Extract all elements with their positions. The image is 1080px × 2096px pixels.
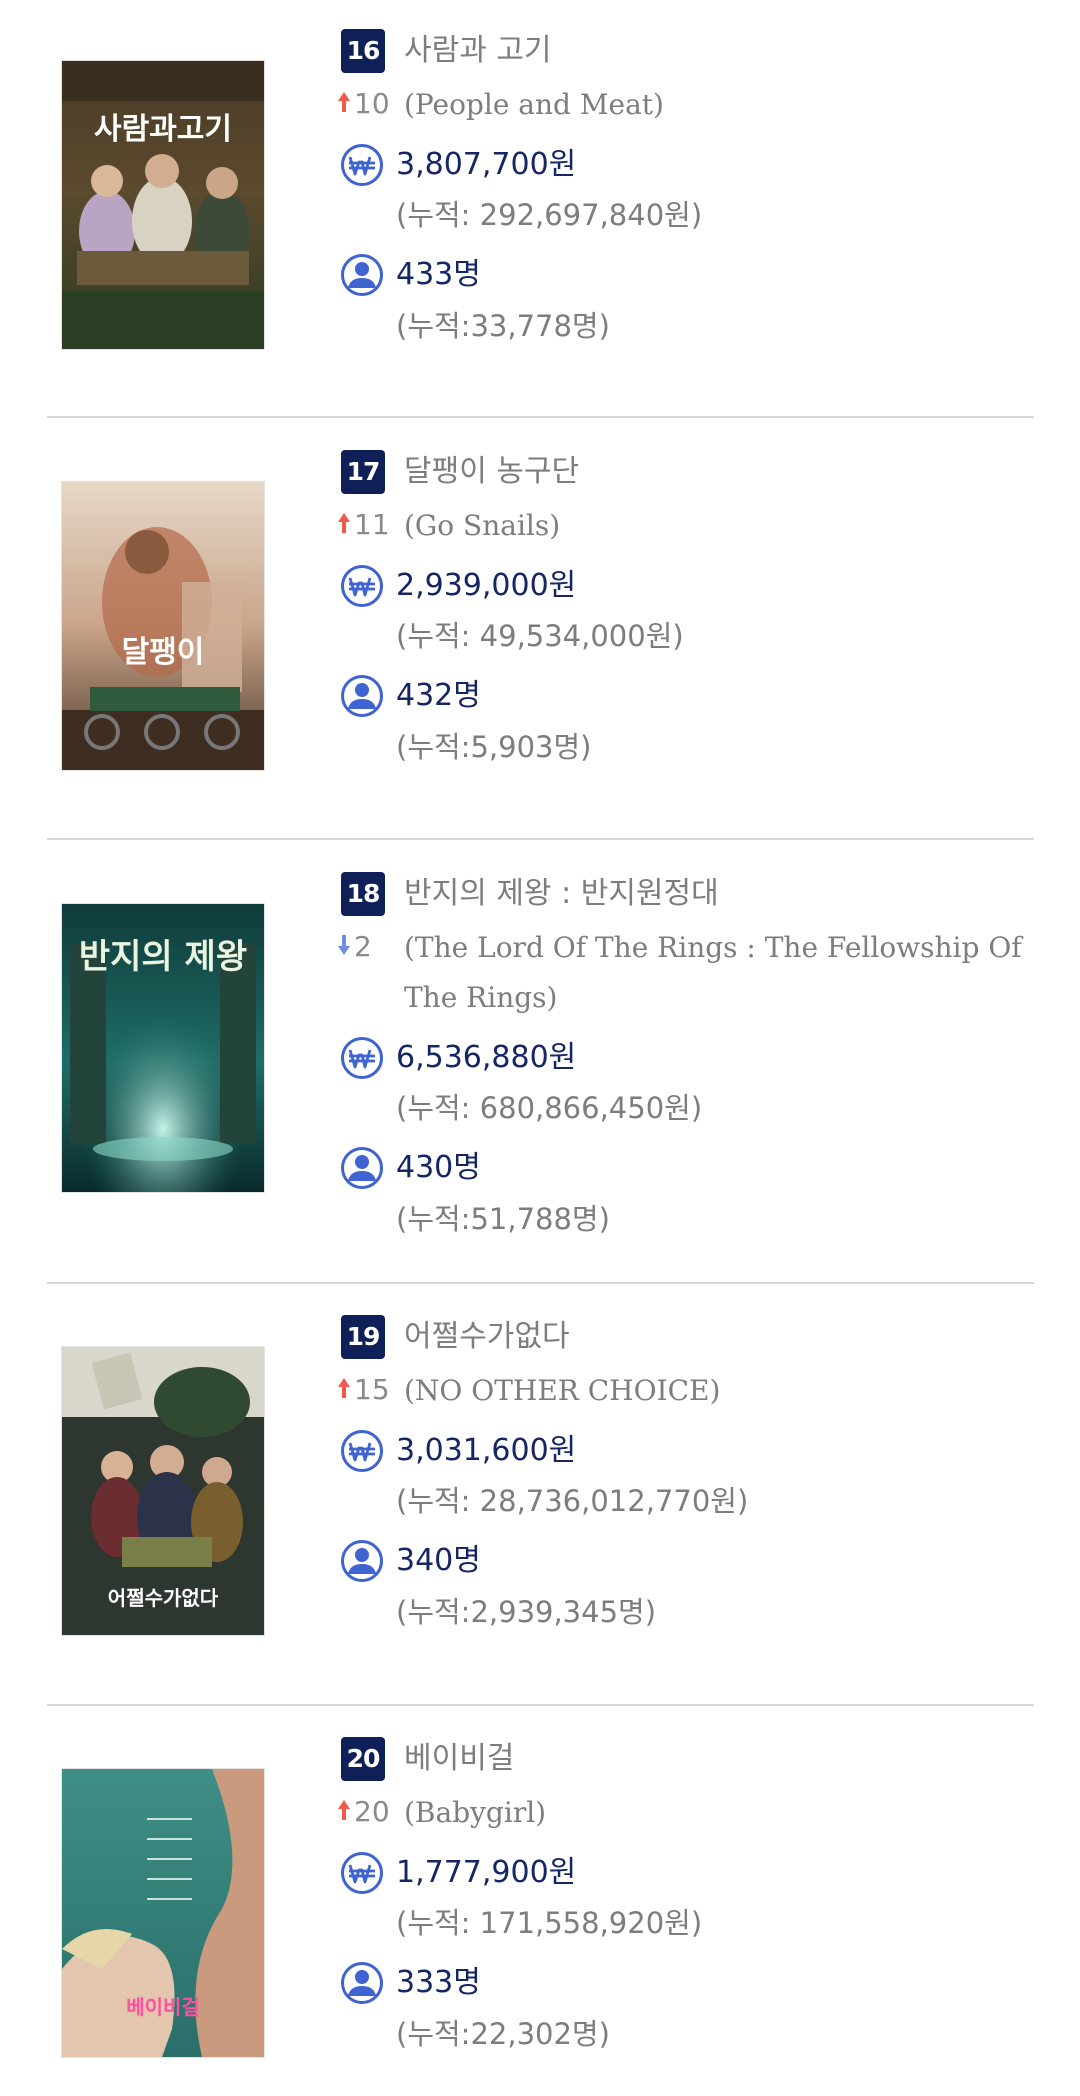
rank-badge: 20 [341, 1737, 385, 1781]
poster-title: 달팽이 [122, 635, 205, 670]
total-audience: (누적:2,939,345명) [396, 1595, 657, 1629]
rank-badge: 17 [341, 450, 385, 494]
movie-title-korean[interactable]: 사람과 고기 [404, 31, 552, 71]
poster-image: 베이비걸 [62, 1769, 264, 2057]
movie-poster[interactable]: 반지의 제왕 [62, 904, 264, 1192]
movie-entry[interactable]: 어쩔수가없다 19 어쩔수가없다 15 (NO OTHER CHOICE) 3,… [0, 1284, 1080, 1704]
daily-revenue: 3,031,600원 [396, 1433, 577, 1468]
movie-title-korean[interactable]: 어쩔수가없다 [404, 1317, 570, 1357]
daily-revenue: 6,536,880원 [396, 1040, 577, 1075]
rank-change-value: 10 [354, 87, 390, 120]
poster-image: 반지의 제왕 [62, 904, 264, 1192]
arrow-down-icon [338, 935, 350, 955]
movie-title-english[interactable]: (People and Meat) [404, 80, 1044, 130]
rank-change: 15 [336, 1370, 396, 1410]
daily-audience: 333명 [396, 1965, 481, 2000]
poster-image: 사람과고기 [62, 61, 264, 349]
movie-title-english[interactable]: (The Lord Of The Rings : The Fellowship … [404, 923, 1044, 1023]
arrow-up-icon [338, 513, 350, 533]
person-icon [340, 1961, 384, 2005]
movie-title-english[interactable]: (Go Snails) [404, 501, 1044, 551]
rank-change: 2 [336, 927, 396, 967]
person-icon [340, 1539, 384, 1583]
poster-image: 어쩔수가없다 [62, 1347, 264, 1635]
poster-title: 사람과고기 [94, 112, 232, 147]
rank-change-value: 15 [354, 1373, 390, 1406]
movie-title-korean[interactable]: 반지의 제왕 : 반지원정대 [404, 874, 719, 914]
won-currency-icon [340, 1429, 384, 1473]
daily-audience: 430명 [396, 1150, 481, 1185]
rank-change: 10 [336, 84, 396, 124]
rank-change: 20 [336, 1792, 396, 1832]
total-audience: (누적:5,903명) [396, 730, 592, 764]
total-audience: (누적:51,788명) [396, 1202, 610, 1236]
movie-title-english[interactable]: (NO OTHER CHOICE) [404, 1366, 1044, 1416]
box-office-list: 사람과고기 16 사람과 고기 10 (People and Meat) 3,8… [0, 0, 1080, 2096]
arrow-up-icon [338, 92, 350, 112]
rank-badge: 18 [341, 872, 385, 916]
movie-title-korean[interactable]: 베이비걸 [404, 1739, 514, 1779]
daily-revenue: 2,939,000원 [396, 568, 577, 603]
movie-entry[interactable]: 달팽이 17 달팽이 농구단 11 (Go Snails) 2,939,000원… [0, 418, 1080, 838]
person-icon [340, 253, 384, 297]
poster-title: 베이비걸 [126, 1995, 200, 2019]
won-currency-icon [340, 564, 384, 608]
arrow-up-icon [338, 1800, 350, 1820]
poster-title: 어쩔수가없다 [108, 1586, 219, 1610]
total-revenue: (누적: 49,534,000원) [396, 619, 684, 653]
total-audience: (누적:33,778명) [396, 309, 610, 343]
movie-poster[interactable]: 어쩔수가없다 [62, 1347, 264, 1635]
total-revenue: (누적: 292,697,840원) [396, 198, 703, 232]
movie-entry[interactable]: 사람과고기 16 사람과 고기 10 (People and Meat) 3,8… [0, 0, 1080, 416]
daily-revenue: 3,807,700원 [396, 147, 577, 182]
movie-poster[interactable]: 사람과고기 [62, 61, 264, 349]
poster-image: 달팽이 [62, 482, 264, 770]
rank-change-value: 2 [354, 930, 372, 963]
won-currency-icon [340, 1851, 384, 1895]
movie-poster[interactable]: 달팽이 [62, 482, 264, 770]
arrow-up-icon [338, 1378, 350, 1398]
rank-change-value: 20 [354, 1795, 390, 1828]
movie-entry[interactable]: 반지의 제왕 18 반지의 제왕 : 반지원정대 2 (The Lord Of … [0, 840, 1080, 1282]
total-revenue: (누적: 680,866,450원) [396, 1091, 703, 1125]
rank-badge: 16 [341, 29, 385, 73]
rank-badge: 19 [341, 1315, 385, 1359]
daily-revenue: 1,777,900원 [396, 1855, 577, 1890]
total-revenue: (누적: 28,736,012,770원) [396, 1484, 749, 1518]
total-audience: (누적:22,302명) [396, 2017, 610, 2051]
movie-title-korean[interactable]: 달팽이 농구단 [404, 452, 579, 492]
rank-change: 11 [336, 505, 396, 545]
person-icon [340, 674, 384, 718]
poster-title: 반지의 제왕 [79, 937, 247, 977]
movie-entry[interactable]: 베이비걸 20 베이비걸 20 (Babygirl) 1,777,900원 (누… [0, 1706, 1080, 2096]
won-currency-icon [340, 1036, 384, 1080]
person-icon [340, 1146, 384, 1190]
total-revenue: (누적: 171,558,920원) [396, 1906, 703, 1940]
rank-change-value: 11 [354, 508, 390, 541]
movie-title-english[interactable]: (Babygirl) [404, 1788, 1044, 1838]
daily-audience: 340명 [396, 1543, 481, 1578]
won-currency-icon [340, 143, 384, 187]
movie-poster[interactable]: 베이비걸 [62, 1769, 264, 2057]
daily-audience: 432명 [396, 678, 481, 713]
daily-audience: 433명 [396, 257, 481, 292]
